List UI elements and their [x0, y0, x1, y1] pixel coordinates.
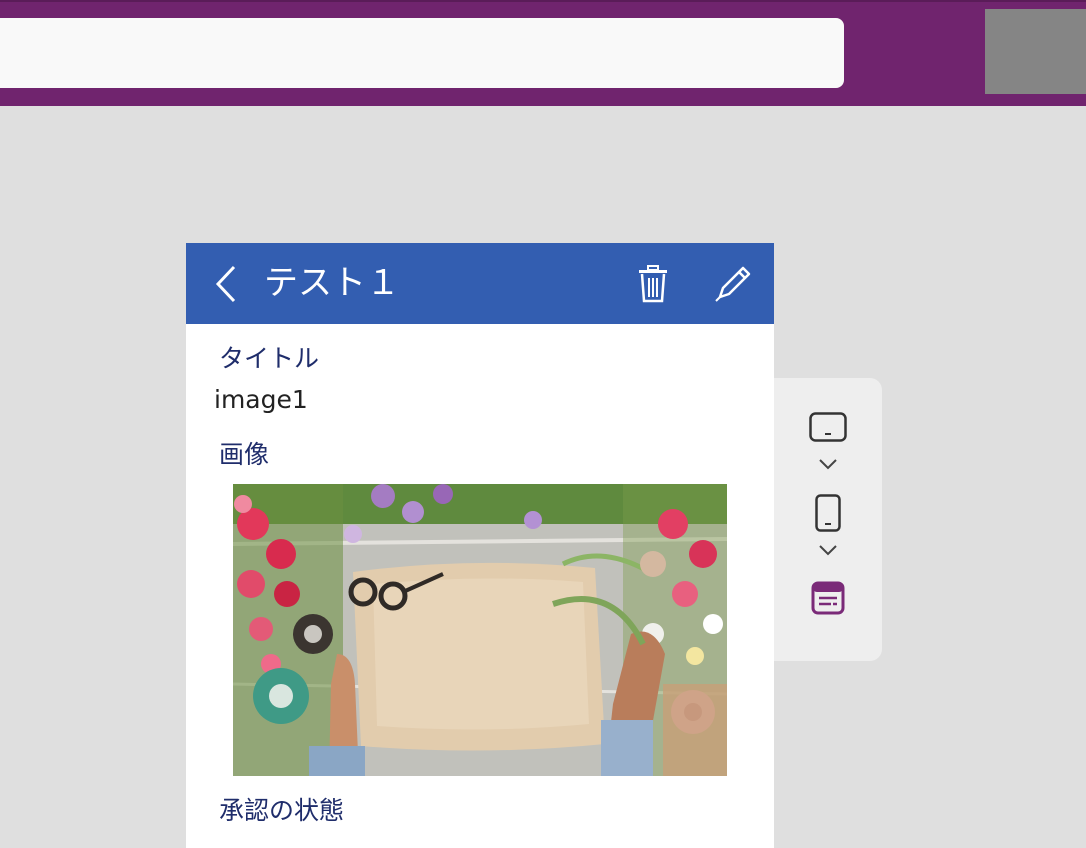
form-layout-icon[interactable]: [811, 581, 845, 615]
delete-icon[interactable]: [638, 265, 668, 303]
chevron-down-icon[interactable]: [818, 544, 838, 556]
app-top-bar: 案: [0, 0, 1086, 106]
flower-photo: [233, 484, 727, 776]
back-arrow-icon[interactable]: [214, 265, 242, 303]
image-field-label: 画像: [219, 440, 270, 469]
form-screen: テスト１ タイトル image1 画像 承認の状態: [186, 243, 774, 848]
tablet-landscape-icon[interactable]: [809, 412, 847, 442]
chevron-down-icon[interactable]: [818, 458, 838, 470]
edit-pencil-icon[interactable]: [714, 263, 754, 303]
approval-status-label: 承認の状態: [219, 796, 345, 825]
form-title: テスト１: [264, 263, 400, 303]
phone-portrait-icon[interactable]: [815, 494, 841, 532]
title-field-value: image1: [214, 385, 308, 414]
title-field-label: タイトル: [219, 344, 320, 373]
topbar-user-block[interactable]: [985, 9, 1086, 94]
search-input[interactable]: 案: [0, 18, 844, 88]
device-preview-panel: [774, 378, 882, 661]
form-header: テスト１: [186, 243, 774, 324]
top-edge-line: [0, 0, 1086, 2]
